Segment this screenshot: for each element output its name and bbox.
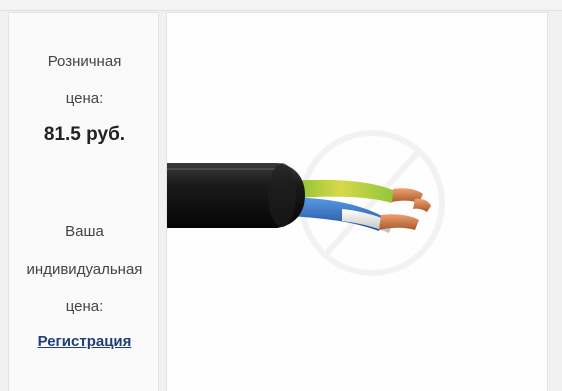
cable-product-image[interactable] (167, 13, 548, 391)
top-border (0, 0, 562, 11)
product-image-column (166, 12, 548, 391)
retail-price-label-line1: Розничная (47, 53, 122, 70)
individual-price-label-line3: цена: (65, 298, 104, 315)
retail-price-value: 81.5 руб. (43, 124, 126, 145)
right-gutter (548, 12, 562, 391)
retail-price-label-line2: цена: (65, 90, 104, 107)
registration-link[interactable]: Регистрация (9, 333, 160, 351)
individual-price-label-line1: Ваша (65, 223, 104, 240)
price-column: Розничная цена: 81.5 руб. Ваша индивидуа… (8, 12, 159, 391)
individual-price-label-line2: индивидуальная (26, 261, 143, 278)
